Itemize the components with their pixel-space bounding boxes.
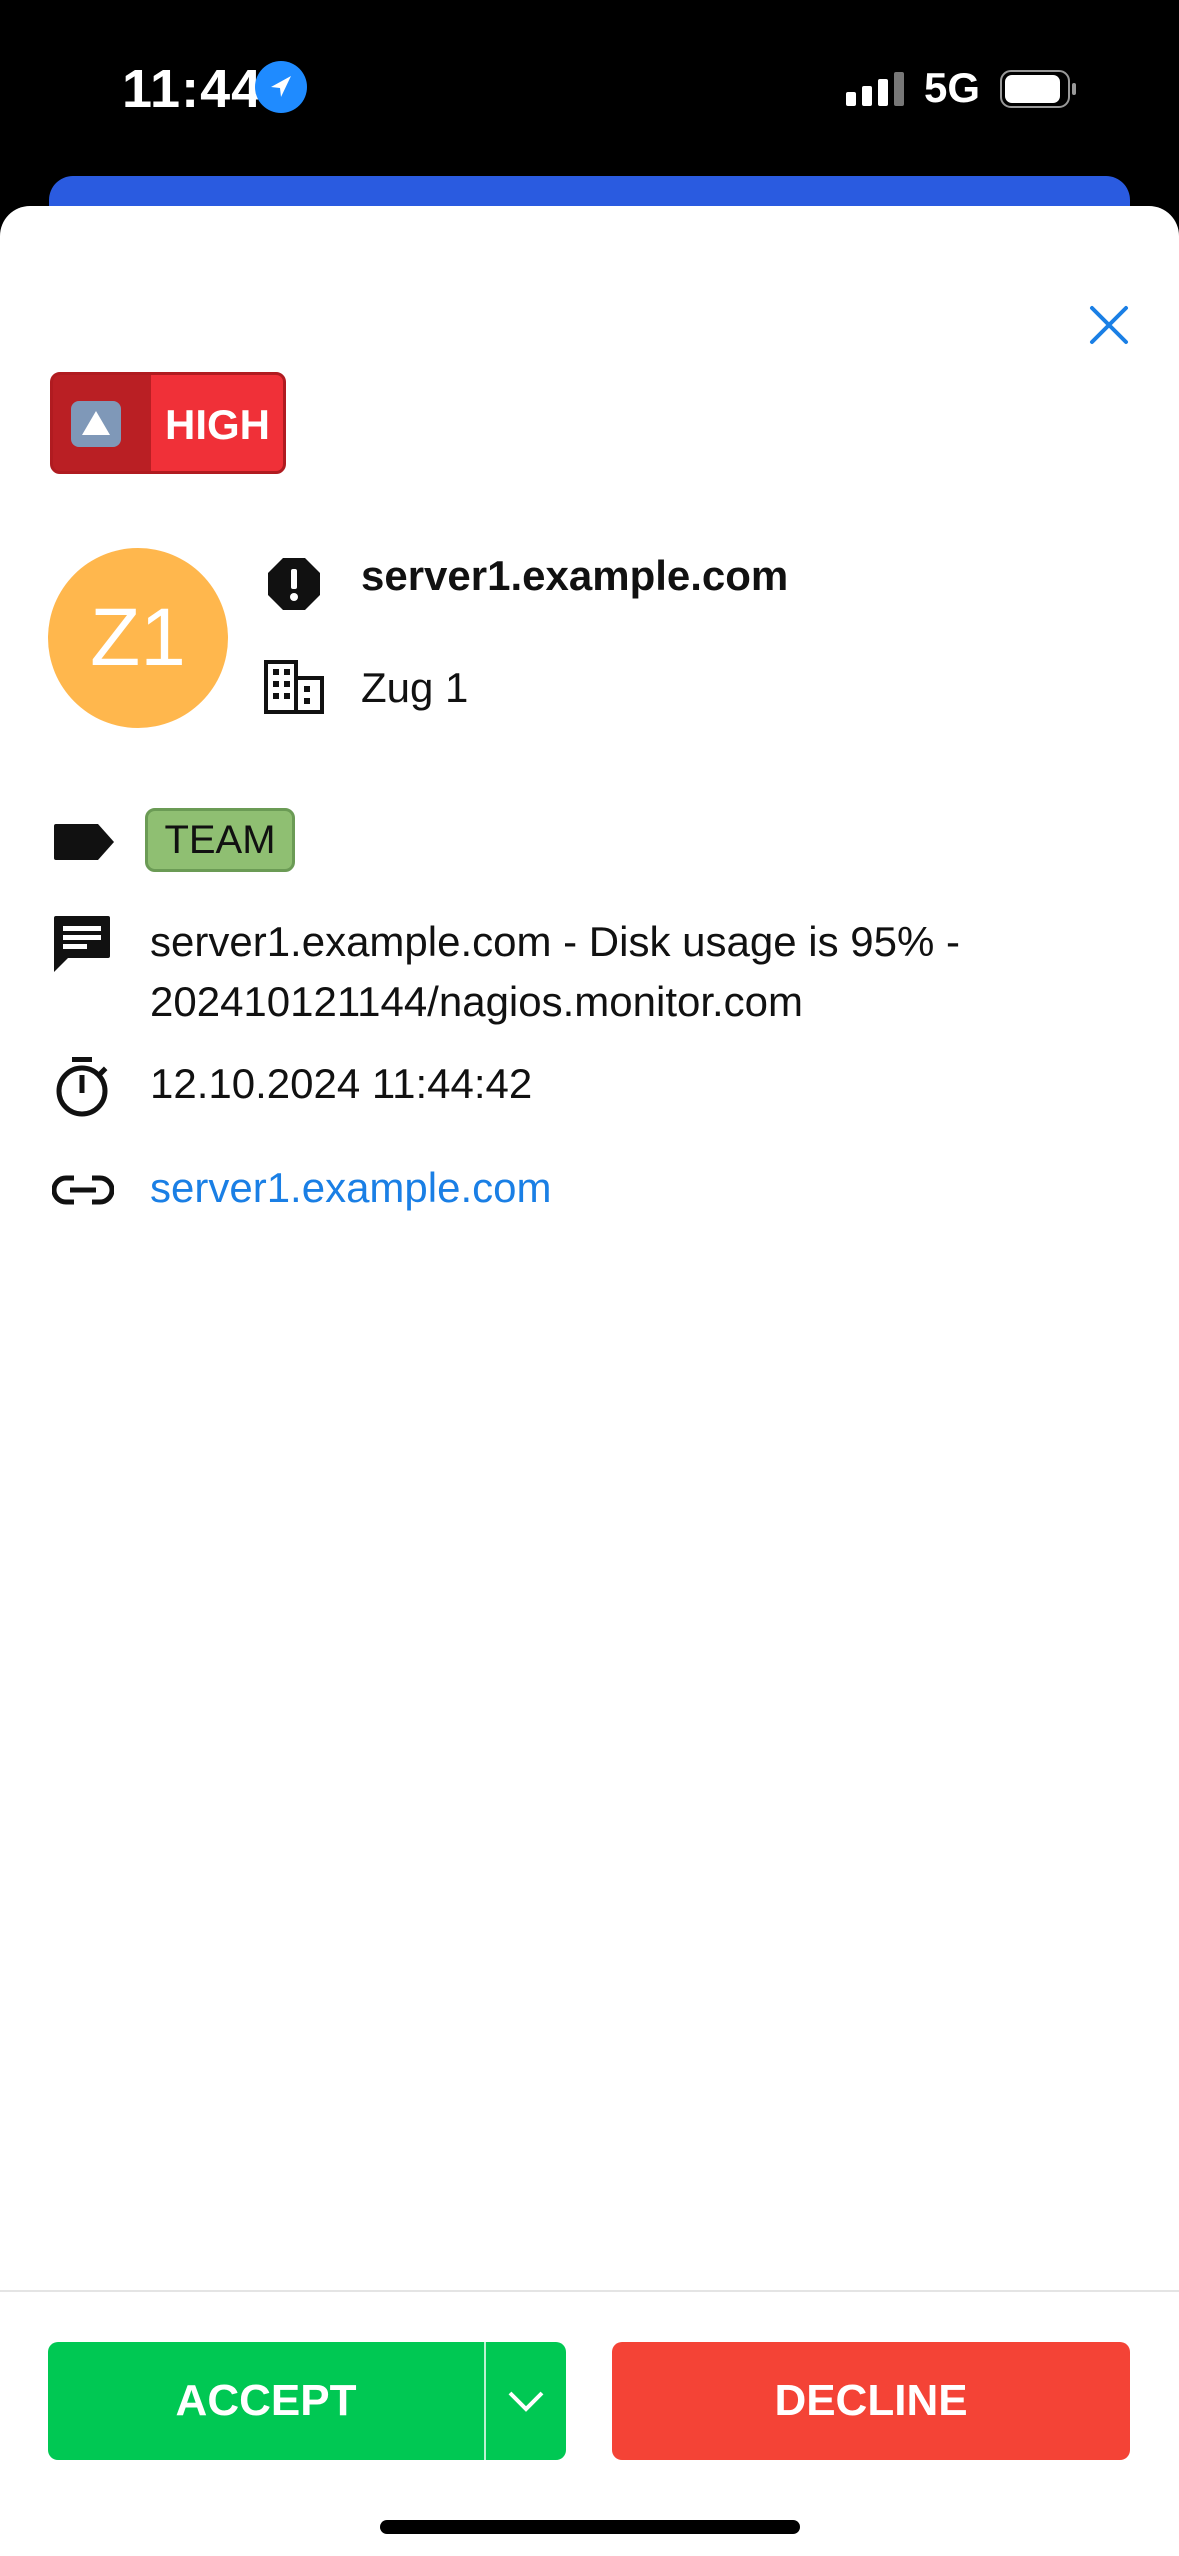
location-label: Zug 1: [361, 664, 469, 711]
message-icon: [54, 916, 110, 972]
alert-octagon-icon: [268, 558, 320, 610]
decline-button[interactable]: DECLINE: [612, 2342, 1130, 2460]
alert-timestamp: 12.10.2024 11:44:42: [150, 1060, 533, 1107]
alert-message: server1.example.com - Disk usage is 95% …: [150, 918, 960, 1025]
building-icon: [264, 660, 324, 714]
accept-button[interactable]: ACCEPT: [48, 2342, 484, 2460]
host-link[interactable]: server1.example.com: [150, 1164, 551, 1212]
team-tag[interactable]: TEAM: [145, 808, 295, 872]
close-icon: [1090, 306, 1128, 344]
priority-badge: HIGH: [50, 372, 286, 474]
accept-options-button[interactable]: [486, 2342, 566, 2460]
link-icon: [52, 1175, 114, 1205]
chevron-down-icon: [508, 2391, 544, 2412]
battery-icon: [1000, 70, 1076, 108]
network-type: 5G: [924, 64, 981, 111]
close-button[interactable]: [1080, 296, 1138, 354]
priority-up-icon: [71, 401, 121, 447]
timer-icon: [56, 1057, 108, 1117]
host-title: server1.example.com: [361, 552, 789, 599]
location-arrow-icon: [255, 61, 307, 113]
status-time: 11:44: [122, 59, 263, 119]
home-indicator: [380, 2520, 800, 2534]
avatar: Z1: [48, 548, 228, 728]
footer-divider: [0, 2290, 1179, 2292]
tag-icon: [54, 824, 114, 860]
signal-icon: [846, 72, 904, 106]
priority-label: HIGH: [165, 401, 270, 448]
